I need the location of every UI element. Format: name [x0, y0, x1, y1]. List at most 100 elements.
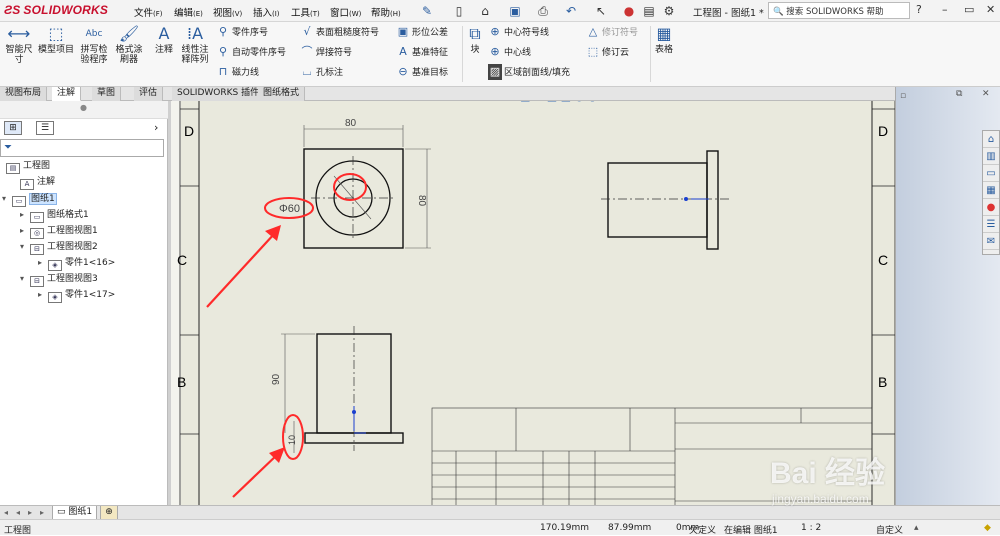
tree-item-part1-16[interactable]: ▸ ◈ 零件1<16>: [38, 255, 115, 271]
tree-item-sheet1[interactable]: ▾ ▭ 图纸1: [2, 191, 57, 207]
model-items-button[interactable]: ⬚ 模型项目: [38, 24, 74, 55]
view-palette-icon[interactable]: ▦: [983, 183, 999, 199]
status-units[interactable]: 自定义: [876, 523, 903, 536]
drawing-sheet-svg[interactable]: D D C C B B A 80 80 Φ60: [171, 101, 895, 521]
tab-sheet-format[interactable]: 图纸格式: [258, 87, 306, 101]
revision-symbol-button[interactable]: △ 修订符号: [586, 24, 638, 40]
scroll-last-icon[interactable]: ▸: [40, 508, 44, 517]
appearance-icon[interactable]: ◉: [588, 101, 598, 103]
forum-icon[interactable]: ✉: [983, 234, 999, 250]
resources-home-icon[interactable]: ⌂: [983, 132, 999, 148]
file-explorer-icon[interactable]: ▭: [983, 166, 999, 182]
pane-minimize-icon[interactable]: ▫: [900, 91, 906, 101]
revision-cloud-button[interactable]: ⬚ 修订云: [586, 44, 629, 60]
menu-help[interactable]: 帮助(H): [371, 5, 401, 19]
zoom-area-icon[interactable]: ⊞: [495, 101, 504, 103]
dimension-phi-60[interactable]: Φ60: [279, 203, 300, 215]
scroll-first-icon[interactable]: ◂: [4, 508, 8, 517]
format-painter-button[interactable]: 🖌 格式涂刷器: [112, 24, 146, 65]
status-scale[interactable]: 1 : 2: [801, 523, 821, 533]
previous-view-icon[interactable]: ⊘: [507, 101, 516, 103]
search-input[interactable]: 🔍 搜索 SOLIDWORKS 帮助: [768, 2, 910, 19]
print-icon[interactable]: ⎙: [534, 3, 552, 19]
tab-evaluate[interactable]: 评估: [134, 87, 164, 101]
hole-callout-button[interactable]: ⌴ 孔标注: [300, 64, 343, 80]
centerline-button[interactable]: ⊕ 中心线: [488, 44, 531, 60]
feature-tree-tab-icon[interactable]: ⊞: [4, 121, 22, 135]
view-orientation-icon[interactable]: ▣: [547, 101, 557, 103]
menu-tools[interactable]: 工具(T): [291, 5, 320, 19]
restore-icon[interactable]: ▭: [964, 3, 974, 16]
expand-right-icon[interactable]: ▸: [38, 255, 48, 270]
balloon-button[interactable]: ⚲ 零件序号: [216, 24, 268, 40]
notification-icon[interactable]: ◆: [984, 523, 991, 533]
gdt-button[interactable]: ▣ 形位公差: [396, 24, 448, 40]
pane-close-icon[interactable]: ✕: [982, 89, 990, 99]
tab-addins[interactable]: SOLIDWORKS 插件: [172, 87, 266, 101]
expand-down-icon[interactable]: ▾: [20, 271, 30, 286]
tree-item-annotations[interactable]: A 注解: [10, 175, 55, 190]
menu-edit[interactable]: 编辑(E): [174, 5, 203, 19]
new-doc-icon[interactable]: ▯: [450, 3, 468, 19]
drawing-view-3[interactable]: 90 10: [271, 326, 404, 453]
section-view-icon[interactable]: ◲: [520, 101, 530, 103]
zoom-to-fit-icon[interactable]: ⌕: [485, 101, 491, 103]
property-manager-tab-icon[interactable]: ☰: [36, 121, 54, 135]
tab-sketch[interactable]: 草图: [92, 87, 122, 101]
magnetic-line-button[interactable]: ⊓ 磁力线: [216, 64, 259, 80]
undo-icon[interactable]: ↶: [562, 3, 580, 19]
expand-down-icon[interactable]: ▾: [20, 239, 30, 254]
menu-view[interactable]: 视图(V): [213, 5, 242, 19]
options-gear-icon[interactable]: ⚙: [660, 3, 678, 19]
file-properties-icon[interactable]: ▤: [640, 3, 658, 19]
minimize-icon[interactable]: –: [942, 3, 948, 16]
datum-target-button[interactable]: ⊖ 基准目标: [396, 64, 448, 80]
spell-checker-button[interactable]: Abc 拼写检验程序: [78, 24, 110, 65]
units-dropdown-icon[interactable]: ▴: [914, 523, 919, 533]
tree-item-drawing-view3[interactable]: ▾ ⊟ 工程图视图3: [20, 271, 98, 287]
dimension-90[interactable]: 90: [271, 373, 282, 385]
help-dropdown-icon[interactable]: ?: [916, 3, 922, 16]
tab-view-layout[interactable]: 视图布局: [0, 87, 48, 101]
drawing-graphics-area[interactable]: D D C C B B A 80 80 Φ60: [171, 101, 895, 521]
tree-item-part1-17[interactable]: ▸ ◈ 零件1<17>: [38, 287, 115, 303]
expand-right-icon[interactable]: ▸: [38, 287, 48, 302]
note-button[interactable]: A 注释: [150, 24, 178, 55]
tree-item-sheet-format1[interactable]: ▸ ▭ 图纸格式1: [20, 207, 89, 223]
scroll-next-icon[interactable]: ▸: [28, 508, 32, 517]
custom-properties-icon[interactable]: ☰: [983, 217, 999, 233]
drawing-view-1[interactable]: 80 80 Φ60: [279, 118, 431, 249]
linear-note-pattern-button[interactable]: ⁞A 线性注释阵列: [178, 24, 212, 65]
close-icon[interactable]: ✕: [986, 3, 995, 16]
blocks-button[interactable]: ⧉ 块: [465, 24, 485, 55]
drawing-view-2[interactable]: [601, 150, 731, 250]
menu-window[interactable]: 窗口(W): [330, 5, 361, 19]
rotate-view-icon[interactable]: ↻: [534, 101, 543, 103]
dimension-10[interactable]: 10: [287, 435, 297, 445]
tables-button[interactable]: ▦ 表格: [652, 24, 676, 55]
rebuild-icon[interactable]: ●: [620, 3, 638, 19]
design-library-icon[interactable]: ▥: [983, 149, 999, 165]
center-mark-button[interactable]: ⊕ 中心符号线: [488, 24, 549, 40]
tab-annotation[interactable]: 注解: [52, 87, 82, 101]
appearances-icon[interactable]: ●: [983, 200, 999, 216]
dimension-80-height[interactable]: 80: [416, 195, 427, 207]
menu-insert[interactable]: 插入(I): [253, 5, 280, 19]
datum-feature-button[interactable]: A 基准特征: [396, 44, 448, 60]
add-sheet-icon[interactable]: ⊕: [100, 506, 118, 520]
display-style-icon[interactable]: ◧: [561, 101, 571, 103]
tree-item-drawing-view2[interactable]: ▾ ⊟ 工程图视图2: [20, 239, 98, 255]
expand-down-icon[interactable]: ▾: [2, 191, 12, 206]
sheet-tab-sheet1[interactable]: ▭ 图纸1: [52, 506, 98, 520]
expand-right-icon[interactable]: ▸: [20, 223, 30, 238]
expand-right-icon[interactable]: ▸: [20, 207, 30, 222]
weld-symbol-button[interactable]: ⌒ 焊接符号: [300, 44, 353, 60]
pane-restore-icon[interactable]: ⧉: [956, 89, 962, 99]
tree-item-drawing-view1[interactable]: ▸ ◎ 工程图视图1: [20, 223, 98, 239]
hide-show-icon[interactable]: ◐: [575, 101, 585, 103]
smart-dimension-button[interactable]: ⟷ 智能尺寸: [2, 24, 36, 65]
surface-finish-button[interactable]: √ 表面粗糙度符号: [300, 24, 379, 40]
pin-icon[interactable]: ✎: [418, 3, 436, 19]
tree-root-drawing[interactable]: ▤ 工程图: [6, 159, 50, 174]
save-icon[interactable]: ▣: [506, 3, 524, 19]
